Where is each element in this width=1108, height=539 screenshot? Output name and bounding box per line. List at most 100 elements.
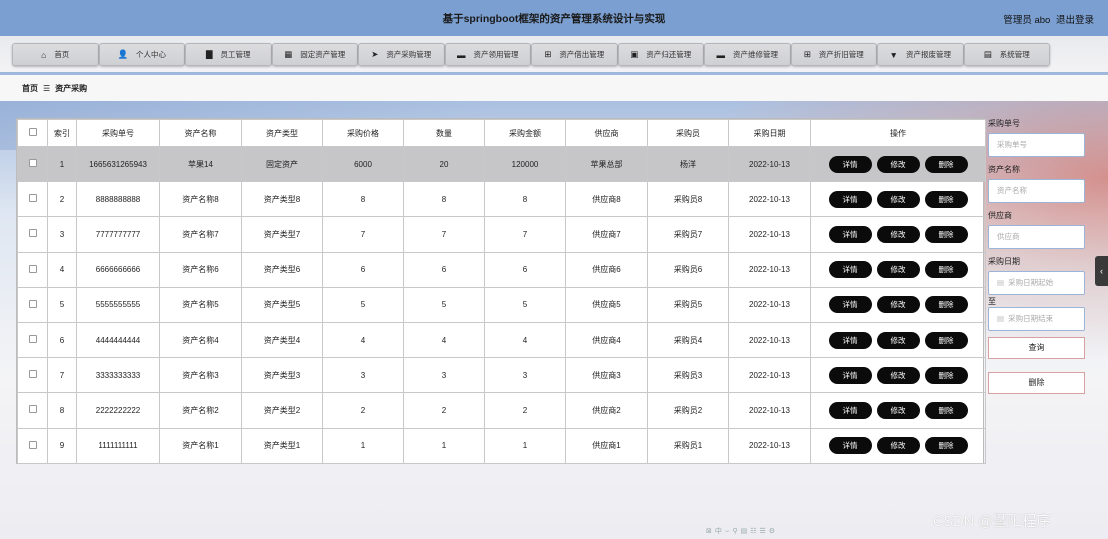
nav-item[interactable]: ▣ 资产归还管理	[617, 43, 704, 66]
edit-button[interactable]: 修改	[876, 296, 920, 314]
row-checkbox[interactable]	[28, 229, 37, 238]
row-checkbox[interactable]	[28, 264, 37, 273]
date-start-input[interactable]: ▤ 采购日期起始	[988, 271, 1085, 295]
row-checkbox[interactable]	[28, 370, 37, 379]
actions-cell: 详情 修改 删除	[810, 251, 986, 288]
table-cell: 5	[47, 286, 77, 323]
nav-item[interactable]: ⌂ 首页	[12, 43, 99, 66]
detail-button[interactable]: 详情	[828, 331, 872, 349]
batch-delete-button[interactable]: 删除	[988, 372, 1085, 394]
actions-cell: 详情 修改 删除	[810, 321, 986, 359]
delete-button[interactable]: 删除	[924, 401, 968, 419]
delete-button[interactable]: 删除	[924, 225, 968, 243]
edit-button[interactable]: 修改	[876, 437, 920, 455]
table-cell: 4	[322, 321, 404, 359]
to-label: 至	[988, 297, 996, 306]
column-header: 资产名称	[159, 119, 242, 147]
row-checkbox[interactable]	[28, 194, 37, 203]
table-row[interactable]: 2 8888888888 资产名称8 资产类型8 8 8 8 供应商8 采购员8 2022-10-…	[17, 181, 986, 218]
table-cell: 资产类型7	[241, 216, 323, 253]
delete-button[interactable]: 删除	[924, 366, 968, 384]
breadcrumb-separator-icon: ☰	[43, 84, 51, 93]
table-row[interactable]: 4 6666666666 资产名称6 资产类型6 6 6 6 供应商6 采购员6 2022-10-…	[17, 251, 986, 288]
row-checkbox[interactable]	[28, 335, 37, 344]
delete-button[interactable]: 删除	[924, 437, 968, 455]
delete-button[interactable]: 删除	[924, 296, 968, 314]
nav-item[interactable]: ⊞ 资产折旧管理	[790, 43, 877, 66]
table-row[interactable]: 8 2222222222 资产名称2 资产类型2 2 2 2 供应商2 采购员2 2022-10-…	[17, 392, 986, 429]
edit-button[interactable]: 修改	[876, 401, 920, 419]
table-row[interactable]: 3 7777777777 资产名称7 资产类型7 7 7 7 供应商7 采购员7 2022-10-…	[17, 216, 986, 253]
edit-button[interactable]: 修改	[876, 261, 920, 279]
asset-name-label: 资产名称	[988, 165, 1020, 174]
nav-item[interactable]: ⊞ 资产借出管理	[531, 43, 618, 66]
nav-item[interactable]: ➤ 资产采购管理	[358, 43, 445, 66]
edit-button[interactable]: 修改	[876, 366, 920, 384]
nav-item[interactable]: ▬ 资产领用管理	[444, 43, 531, 66]
detail-button[interactable]: 详情	[828, 437, 872, 455]
detail-button[interactable]: 详情	[828, 225, 872, 243]
select-all-checkbox[interactable]	[28, 128, 37, 136]
table-cell: 5	[484, 286, 566, 323]
nav-item[interactable]: ▦ 固定资产管理	[271, 43, 358, 66]
nav-item[interactable]: ▤ 系统管理	[963, 43, 1050, 66]
calendar-icon: ▤	[997, 314, 1005, 323]
taskbar-icons: ⊠中⌣⚲▤☷☰⚙	[706, 528, 779, 535]
table-cell: 2	[322, 392, 404, 429]
table-cell: 2022-10-13	[728, 286, 811, 323]
query-button[interactable]: 查询	[988, 337, 1085, 359]
delete-button[interactable]: 删除	[924, 331, 968, 349]
detail-button[interactable]: 详情	[828, 190, 872, 208]
delete-button[interactable]: 删除	[924, 261, 968, 279]
row-checkbox[interactable]	[28, 159, 37, 168]
table-cell: 资产名称4	[159, 321, 242, 359]
collapse-tab-icon[interactable]: ‹	[1095, 256, 1108, 286]
detail-button[interactable]: 详情	[828, 261, 872, 279]
detail-button[interactable]: 详情	[828, 155, 872, 173]
nav-item[interactable]: ▇ 员工管理	[185, 43, 272, 66]
site-title: 基于springboot框架的资产管理系统设计与实现	[442, 13, 666, 25]
table-cell: 资产类型1	[241, 427, 323, 464]
table-cell: 2	[47, 181, 77, 218]
nav-icon: ⊞	[803, 49, 811, 59]
table-cell: 2022-10-13	[728, 427, 811, 464]
table-row[interactable]: 6 4444444444 资产名称4 资产类型4 4 4 4 供应商4 采购员4 2022-10-…	[17, 321, 986, 359]
table-row[interactable]: 7 3333333333 资产名称3 资产类型3 3 3 3 供应商3 采购员3 2022-10-…	[17, 357, 986, 394]
table-row[interactable]: 1 1665631265943 苹果14 固定资产 6000 20 120000 苹果总部 杨洋…	[17, 145, 986, 183]
table-cell: 2022-10-13	[728, 181, 811, 218]
edit-button[interactable]: 修改	[876, 331, 920, 349]
column-header: 采购金额	[484, 119, 566, 147]
asset-name-input[interactable]: 资产名称	[988, 179, 1085, 203]
table-cell: 资产类型2	[241, 392, 323, 429]
nav-item[interactable]: 👤 个人中心	[98, 43, 185, 66]
breadcrumb-home[interactable]: 首页	[22, 84, 38, 93]
actions-cell: 详情 修改 删除	[810, 286, 986, 323]
nav-item[interactable]: ▬ 资产维修管理	[704, 43, 791, 66]
logout-link[interactable]: 退出登录	[1056, 15, 1094, 26]
nav-item[interactable]: ▼ 资产报废管理	[877, 43, 964, 66]
table-cell: 采购员6	[647, 251, 729, 288]
table-cell: 2022-10-13	[728, 145, 811, 183]
watermark: CSDN @暨阳程序	[933, 514, 1051, 530]
edit-button[interactable]: 修改	[876, 155, 920, 173]
edit-button[interactable]: 修改	[876, 225, 920, 243]
detail-button[interactable]: 详情	[828, 296, 872, 314]
table-row[interactable]: 9 1111111111 资产名称1 资产类型1 1 1 1 供应商1 采购员1 2022-10-…	[17, 427, 986, 464]
row-checkbox[interactable]	[28, 405, 37, 414]
table-cell: 资产名称8	[159, 181, 242, 218]
edit-button[interactable]: 修改	[876, 190, 920, 208]
table-cell: 3	[322, 357, 404, 394]
detail-button[interactable]: 详情	[828, 401, 872, 419]
date-end-input[interactable]: ▤ 采购日期结束	[988, 307, 1085, 331]
order-number-input[interactable]: 采购单号	[988, 133, 1085, 157]
detail-button[interactable]: 详情	[828, 366, 872, 384]
table-cell: 20	[403, 145, 485, 183]
row-checkbox[interactable]	[28, 299, 37, 308]
table-cell: 固定资产	[241, 145, 323, 183]
delete-button[interactable]: 删除	[924, 190, 968, 208]
table-row[interactable]: 5 5555555555 资产名称5 资产类型5 5 5 5 供应商5 采购员5 2022-10-…	[17, 286, 986, 323]
supplier-input[interactable]: 供应商	[988, 225, 1085, 249]
delete-button[interactable]: 删除	[924, 155, 968, 173]
row-checkbox[interactable]	[28, 440, 37, 449]
column-header: 操作	[810, 119, 986, 147]
